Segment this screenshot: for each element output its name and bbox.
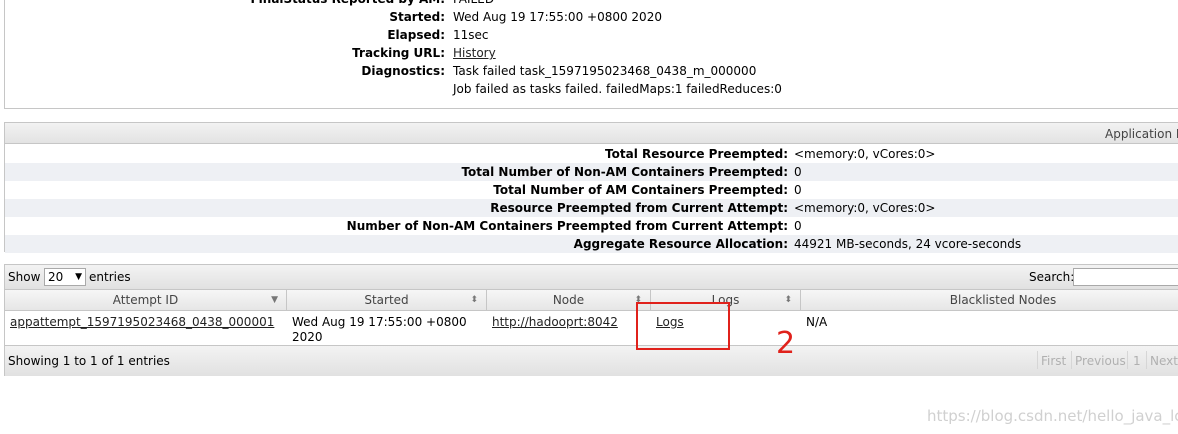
- logs-highlight-box: [636, 302, 730, 350]
- diagnostics-label: Diagnostics:: [361, 64, 445, 78]
- column-header-node[interactable]: Node ⬍: [487, 290, 651, 311]
- pager-divider: [1071, 351, 1072, 369]
- chevron-down-icon: ▼: [75, 272, 82, 282]
- entries-per-page-select[interactable]: 20 ▼: [44, 268, 86, 286]
- metric-label: Number of Non-AM Containers Preempted fr…: [346, 219, 788, 233]
- entries-select-value: 20: [48, 270, 64, 284]
- metrics-row: Total Number of AM Containers Preempted:…: [5, 181, 1178, 199]
- attempts-table: Show 20 ▼ entries Search: Attempt ID ▼ S…: [4, 264, 1178, 376]
- sort-icon: ⬍: [470, 295, 478, 305]
- next-page-button[interactable]: Next: [1150, 354, 1178, 368]
- attempt-id-link[interactable]: appattempt_1597195023468_0438_000001: [10, 315, 274, 330]
- page-1-button[interactable]: 1: [1133, 354, 1141, 368]
- table-controls: Show 20 ▼ entries Search:: [5, 265, 1178, 290]
- diagnostics-value-2: Job failed as tasks failed. failedMaps:1…: [453, 82, 782, 96]
- application-metrics-panel: Application M Total Resource Preempted: …: [4, 122, 1178, 253]
- watermark: https://blog.csdn.net/hello_java_lcl: [927, 407, 1178, 425]
- metric-value: <memory:0, vCores:0>: [794, 201, 936, 215]
- elapsed-label: Elapsed:: [387, 28, 445, 42]
- sort-desc-icon: ▼: [271, 295, 278, 305]
- blacklisted-nodes-cell: N/A: [806, 315, 828, 329]
- column-header-blacklisted-nodes[interactable]: Blacklisted Nodes: [801, 290, 1178, 311]
- diagnostics-row: Diagnostics: Task failed task_1597195023…: [5, 62, 1178, 80]
- metrics-row: Total Number of Non-AM Containers Preemp…: [5, 163, 1178, 181]
- started-value: Wed Aug 19 17:55:00 +0800 2020: [453, 10, 662, 24]
- column-header-attempt-id[interactable]: Attempt ID ▼: [5, 290, 287, 311]
- pager-divider: [1146, 351, 1147, 369]
- metric-label: Aggregate Resource Allocation:: [573, 237, 788, 251]
- first-page-button[interactable]: First: [1041, 354, 1066, 368]
- annotation-number: 2: [776, 326, 796, 361]
- final-status-row: FinalStatus Reported by AM: FAILED: [5, 0, 1178, 8]
- metrics-row: Number of Non-AM Containers Preempted fr…: [5, 217, 1178, 235]
- metric-value: 44921 MB-seconds, 24 vcore-seconds: [794, 237, 1022, 251]
- application-info-panel: FinalStatus Reported by AM: FAILED Start…: [4, 0, 1178, 109]
- metric-label: Total Number of AM Containers Preempted:: [493, 183, 788, 197]
- previous-page-button[interactable]: Previous: [1075, 354, 1126, 368]
- metrics-row: Total Resource Preempted: <memory:0, vCo…: [5, 145, 1178, 163]
- metric-label: Total Resource Preempted:: [605, 147, 788, 161]
- search-input[interactable]: [1073, 268, 1178, 286]
- final-status-label: FinalStatus Reported by AM:: [250, 0, 445, 8]
- table-footer: Showing 1 to 1 of 1 entries First Previo…: [5, 345, 1178, 376]
- started-cell-line2: 2020: [292, 330, 323, 344]
- node-link[interactable]: http://hadooprt:8042: [492, 315, 618, 330]
- tracking-url-label: Tracking URL:: [352, 46, 445, 60]
- metrics-header-title: Application M: [1105, 127, 1178, 141]
- started-cell-line1: Wed Aug 19 17:55:00 +0800: [292, 315, 467, 329]
- metric-value: 0: [794, 219, 802, 233]
- search-label: Search:: [1029, 270, 1075, 284]
- history-link[interactable]: History: [453, 44, 496, 62]
- entries-label: entries: [89, 270, 131, 284]
- show-label: Show: [8, 270, 41, 284]
- tracking-url-row: Tracking URL: History: [5, 44, 1178, 62]
- pager-divider: [1037, 351, 1038, 369]
- diagnostics-value: Task failed task_1597195023468_0438_m_00…: [453, 64, 757, 78]
- metric-value: 0: [794, 183, 802, 197]
- started-row: Started: Wed Aug 19 17:55:00 +0800 2020: [5, 8, 1178, 26]
- metrics-row: Resource Preempted from Current Attempt:…: [5, 199, 1178, 217]
- elapsed-value: 11sec: [453, 28, 489, 42]
- final-status-value: FAILED: [453, 0, 494, 8]
- started-label: Started:: [389, 10, 445, 24]
- column-header-started[interactable]: Started ⬍: [287, 290, 487, 311]
- metric-value: <memory:0, vCores:0>: [794, 147, 936, 161]
- metrics-header: Application M: [5, 123, 1178, 144]
- metrics-row: Aggregate Resource Allocation: 44921 MB-…: [5, 235, 1178, 253]
- sort-icon: ⬍: [784, 295, 792, 305]
- metric-value: 0: [794, 165, 802, 179]
- pager-divider: [1127, 351, 1128, 369]
- elapsed-row: Elapsed: 11sec: [5, 26, 1178, 44]
- diagnostics-row-2: Job failed as tasks failed. failedMaps:1…: [5, 80, 1178, 98]
- metric-label: Total Number of Non-AM Containers Preemp…: [461, 165, 788, 179]
- metric-label: Resource Preempted from Current Attempt:: [490, 201, 788, 215]
- showing-entries-info: Showing 1 to 1 of 1 entries: [8, 354, 170, 368]
